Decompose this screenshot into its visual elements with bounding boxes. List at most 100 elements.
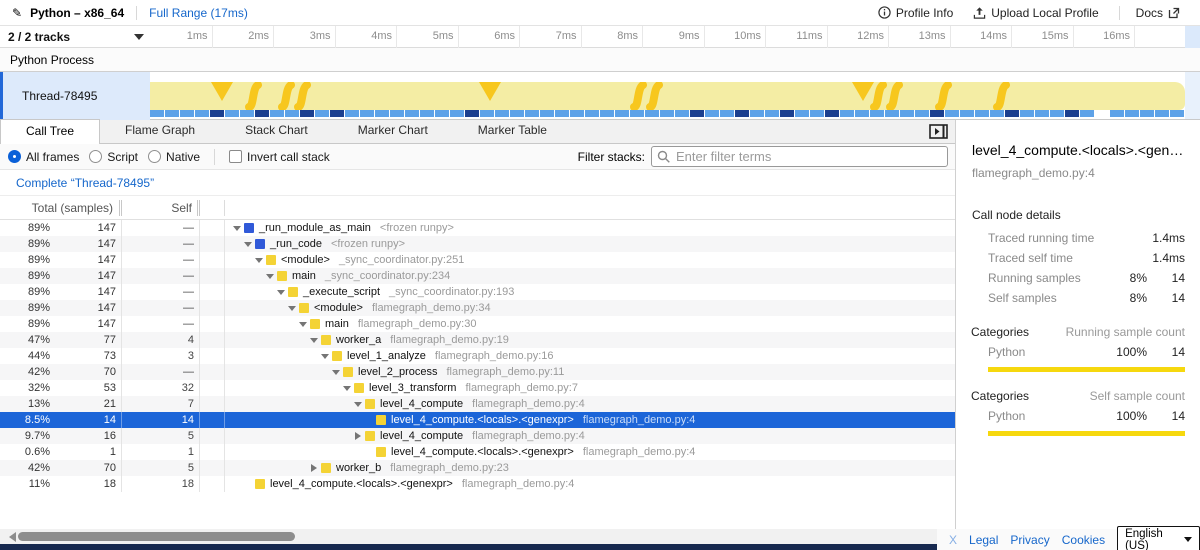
call-tree-row[interactable]: 89%147—_execute_script_sync_coordinator.…	[0, 284, 955, 300]
sample-segment	[240, 110, 254, 117]
docs-button[interactable]: Docs	[1136, 6, 1180, 20]
full-range-link[interactable]: Full Range (17ms)	[149, 6, 248, 20]
call-tree-row[interactable]: 89%147—<module>_sync_coordinator.py:251	[0, 252, 955, 268]
upload-profile-button[interactable]: Upload Local Profile	[973, 6, 1098, 20]
radio-script[interactable]: Script	[89, 150, 138, 164]
function-name: main	[325, 316, 349, 332]
tracks-dropdown-button[interactable]: 2 / 2 tracks	[0, 26, 150, 48]
tab-marker-table[interactable]: Marker Table	[453, 119, 572, 143]
function-name: level_3_transform	[369, 380, 456, 396]
row-spacer	[200, 444, 225, 460]
call-tree-row[interactable]: 42%705worker_bflamegraph_demo.py:23	[0, 460, 955, 476]
category-square-icon	[365, 431, 375, 441]
call-tree-row[interactable]: 89%147—<module>flamegraph_demo.py:34	[0, 300, 955, 316]
tab-marker-chart[interactable]: Marker Chart	[333, 119, 453, 143]
collapse-arrow-icon[interactable]	[264, 268, 276, 284]
footer-x-link[interactable]: X	[949, 533, 957, 547]
edit-pencil-icon[interactable]: ✎	[12, 6, 22, 20]
tab-stack-chart[interactable]: Stack Chart	[220, 119, 333, 143]
tab-call-tree[interactable]: Call Tree	[0, 119, 100, 144]
collapse-arrow-icon[interactable]	[297, 316, 309, 332]
detail-row: Running samples8%14	[956, 268, 1200, 288]
thread-activity-graph[interactable]	[150, 72, 1190, 120]
horizontal-scrollbar[interactable]	[0, 529, 937, 544]
call-tree-header: Total (samples) Self	[0, 196, 955, 220]
category-value: 14	[1147, 409, 1185, 423]
profile-info-button[interactable]: Profile Info	[878, 6, 953, 20]
footer-link-legal[interactable]: Legal	[969, 533, 998, 547]
activity-spikes	[150, 82, 1185, 110]
call-tree-row[interactable]: 47%774worker_aflamegraph_demo.py:19	[0, 332, 955, 348]
tick-divider	[335, 26, 336, 48]
expand-arrow-icon[interactable]	[352, 428, 364, 444]
expand-arrow-icon[interactable]	[308, 460, 320, 476]
call-tree-row[interactable]: 89%147—_run_code<frozen runpy>	[0, 236, 955, 252]
call-tree-row[interactable]: 0.6%11level_4_compute.<locals>.<genexpr>…	[0, 444, 955, 460]
frame-cell: main_sync_coordinator.py:234	[225, 268, 955, 284]
call-tree-row[interactable]: 89%147—_run_module_as_main<frozen runpy>	[0, 220, 955, 236]
detail-row: Self samples8%14	[956, 288, 1200, 308]
function-name: level_4_compute	[380, 396, 463, 412]
breadcrumb-complete-thread[interactable]: Complete “Thread-78495”	[16, 176, 154, 190]
sample-segment	[840, 110, 854, 117]
collapse-arrow-icon[interactable]	[341, 380, 353, 396]
tick-divider	[1134, 26, 1135, 48]
sample-segment	[570, 110, 584, 117]
call-tree-row[interactable]: 13%217level_4_computeflamegraph_demo.py:…	[0, 396, 955, 412]
tick-divider	[581, 26, 582, 48]
sample-segment	[900, 110, 914, 117]
tick-divider	[212, 26, 213, 48]
category-square-icon	[321, 335, 331, 345]
process-track-header[interactable]: Python Process	[0, 48, 1200, 72]
total-percent: 44%	[0, 348, 50, 364]
sample-segment	[915, 110, 929, 117]
sidebar-toggle-icon[interactable]	[929, 124, 948, 139]
frame-cell: level_4_compute.<locals>.<genexpr>flameg…	[225, 412, 955, 428]
thread-track-header[interactable]: Thread-78495	[0, 72, 150, 120]
invert-call-stack-checkbox[interactable]: Invert call stack	[229, 150, 330, 164]
column-total[interactable]: Total (samples)	[0, 200, 122, 216]
call-tree-row[interactable]: 9.7%165level_4_computeflamegraph_demo.py…	[0, 428, 955, 444]
call-tree-row[interactable]: 89%147—mainflamegraph_demo.py:30	[0, 316, 955, 332]
scrollbar-thumb[interactable]	[18, 532, 295, 541]
frame-cell: worker_aflamegraph_demo.py:19	[225, 332, 955, 348]
collapse-arrow-icon[interactable]	[275, 284, 287, 300]
filter-stacks-input[interactable]	[651, 146, 948, 167]
tab-flame-graph[interactable]: Flame Graph	[100, 119, 220, 143]
call-tree-row[interactable]: 32%5332level_3_transformflamegraph_demo.…	[0, 380, 955, 396]
total-samples: 18	[50, 476, 122, 492]
collapse-arrow-icon[interactable]	[231, 220, 243, 236]
collapse-arrow-icon[interactable]	[308, 332, 320, 348]
frame-cell: level_4_computeflamegraph_demo.py:4	[225, 428, 955, 444]
collapse-arrow-icon[interactable]	[253, 252, 265, 268]
tick-divider	[827, 26, 828, 48]
collapse-arrow-icon[interactable]	[242, 236, 254, 252]
time-tick-label: 5ms	[400, 30, 454, 42]
footer-link-privacy[interactable]: Privacy	[1010, 533, 1049, 547]
language-select[interactable]: English (US)	[1117, 526, 1200, 550]
sample-segment	[210, 110, 224, 117]
collapse-arrow-icon[interactable]	[330, 364, 342, 380]
sample-segment	[870, 110, 884, 117]
sample-segment	[330, 110, 344, 117]
call-tree-row[interactable]: 42%70—level_2_processflamegraph_demo.py:…	[0, 364, 955, 380]
call-tree-row[interactable]: 8.5%1414level_4_compute.<locals>.<genexp…	[0, 412, 955, 428]
self-samples: 14	[122, 412, 200, 428]
footer-link-cookies[interactable]: Cookies	[1062, 533, 1105, 547]
collapse-arrow-icon[interactable]	[286, 300, 298, 316]
column-self[interactable]: Self	[122, 200, 200, 216]
radio-all-frames[interactable]: All frames	[8, 150, 79, 164]
time-tick-label: 14ms	[953, 30, 1007, 42]
total-percent: 89%	[0, 268, 50, 284]
sample-segment	[705, 110, 719, 117]
collapse-arrow-icon[interactable]	[352, 396, 364, 412]
profile-title: Python – x86_64	[30, 6, 124, 20]
file-location: _sync_coordinator.py:234	[325, 268, 450, 284]
scroll-left-arrow-icon[interactable]	[4, 532, 16, 542]
frame-cell: _run_module_as_main<frozen runpy>	[225, 220, 955, 236]
call-tree-row[interactable]: 11%1818level_4_compute.<locals>.<genexpr…	[0, 476, 955, 492]
radio-native[interactable]: Native	[148, 150, 200, 164]
collapse-arrow-icon[interactable]	[319, 348, 331, 364]
call-tree-row[interactable]: 44%733level_1_analyzeflamegraph_demo.py:…	[0, 348, 955, 364]
call-tree-row[interactable]: 89%147—main_sync_coordinator.py:234	[0, 268, 955, 284]
